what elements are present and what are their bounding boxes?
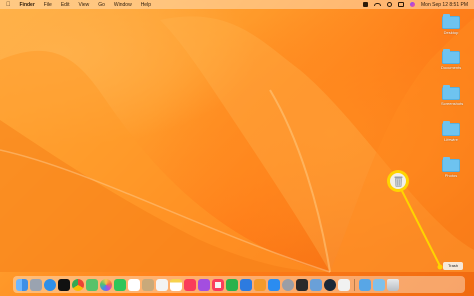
dock-trash-icon[interactable]: [387, 278, 399, 291]
appletv-icon[interactable]: [58, 278, 70, 291]
numbers-icon[interactable]: [226, 278, 238, 291]
photos-icon[interactable]: [100, 278, 112, 291]
screenshots-icon[interactable]: [373, 278, 385, 291]
downloads-icon[interactable]: [359, 278, 371, 291]
callout-line: [400, 188, 443, 270]
pages-icon[interactable]: [254, 278, 266, 291]
trash-icon: [394, 176, 402, 187]
dock-separator: [354, 278, 355, 291]
textedit-icon[interactable]: [338, 278, 350, 291]
podcasts-icon[interactable]: [198, 278, 210, 291]
music-icon[interactable]: [184, 278, 196, 291]
finder-icon[interactable]: [16, 278, 28, 291]
settings-icon[interactable]: [282, 278, 294, 291]
news-icon[interactable]: [212, 278, 224, 291]
facetime-icon[interactable]: [114, 278, 126, 291]
chrome-icon[interactable]: [72, 278, 84, 291]
trash-callout-inner: [390, 173, 406, 189]
desktop-wallpaper:  Finder File Edit View Go Window Help M…: [0, 0, 474, 296]
dock: [13, 276, 465, 293]
preview-icon[interactable]: [310, 278, 322, 291]
notes-icon[interactable]: [170, 278, 182, 291]
terminal-icon[interactable]: [296, 278, 308, 291]
keynote-icon[interactable]: [240, 278, 252, 291]
contacts-icon[interactable]: [142, 278, 154, 291]
trash-tooltip: Trash: [443, 262, 463, 270]
trash-callout-highlight: [387, 170, 409, 192]
steam-icon[interactable]: [324, 278, 336, 291]
reminders-icon[interactable]: [156, 278, 168, 291]
calendar-icon[interactable]: [128, 278, 140, 291]
launchpad-icon[interactable]: [30, 278, 42, 291]
appstore-icon[interactable]: [268, 278, 280, 291]
maps-icon[interactable]: [86, 278, 98, 291]
safari-icon[interactable]: [44, 278, 56, 291]
